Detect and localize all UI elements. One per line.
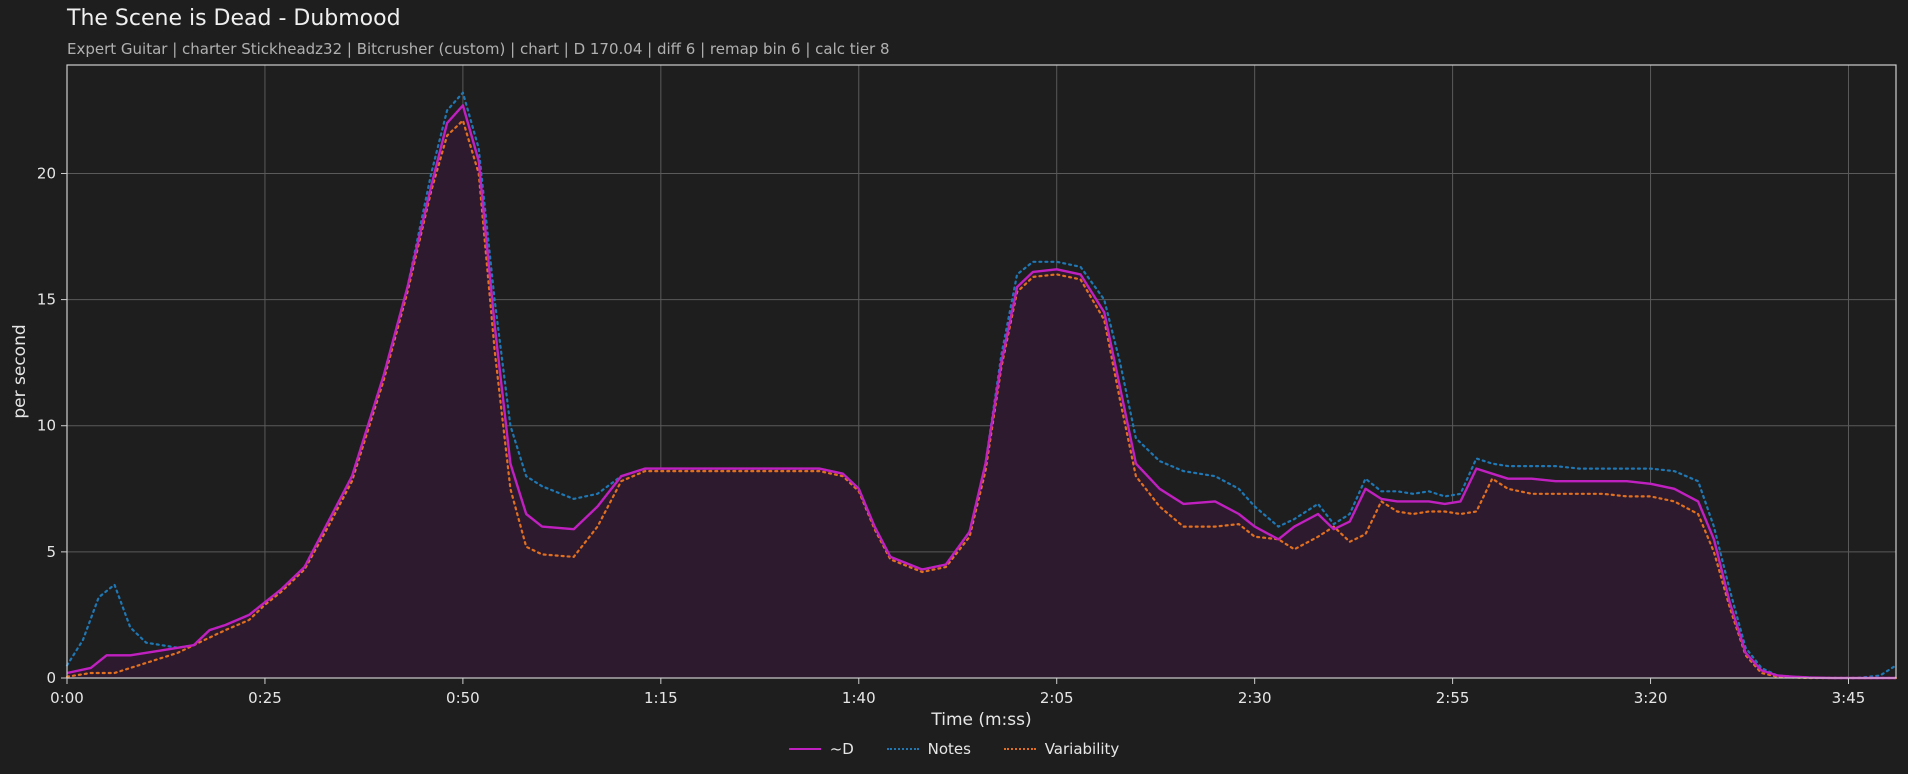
line-chart: 0:00 0:25 0:50 1:15 1:40 2:05 2:30 2:55 3:20 3:45… — [10, 64, 1898, 730]
y-tick-label: 20 — [37, 164, 56, 182]
x-tick-label: 3:20 — [1634, 689, 1668, 707]
legend-label-notes: Notes — [927, 740, 971, 758]
legend-swatch-variability — [1003, 748, 1036, 750]
x-tick-label: 0:25 — [248, 689, 282, 707]
y-tick-label: 10 — [37, 417, 56, 435]
x-tick-label: 0:00 — [50, 689, 84, 707]
x-tick-label: 1:15 — [644, 689, 678, 707]
x-tick-label: 2:55 — [1436, 689, 1470, 707]
legend: ~D Notes Variability — [0, 736, 1908, 758]
y-tick-label: 0 — [46, 669, 56, 687]
x-tick-label: 1:40 — [842, 689, 876, 707]
x-tick-label: 0:50 — [446, 689, 480, 707]
legend-item-d: ~D — [788, 740, 854, 758]
legend-swatch-d — [788, 748, 821, 750]
y-tick-label: 5 — [46, 543, 56, 561]
y-axis-label: per second — [10, 324, 30, 418]
legend-item-notes: Notes — [886, 740, 971, 758]
x-tick-label: 2:30 — [1238, 689, 1272, 707]
d-area — [67, 105, 1896, 678]
legend-label-d: ~D — [829, 740, 854, 758]
legend-label-variability: Variability — [1044, 740, 1120, 758]
x-tick-label: 2:05 — [1040, 689, 1074, 707]
legend-item-variability: Variability — [1003, 740, 1120, 758]
d-area-fill — [67, 105, 1896, 678]
x-axis-label: Time (m:ss) — [930, 710, 1031, 730]
legend-swatch-notes — [886, 748, 919, 750]
x-tick-label: 3:45 — [1832, 689, 1866, 707]
y-tick-label: 15 — [37, 291, 56, 309]
